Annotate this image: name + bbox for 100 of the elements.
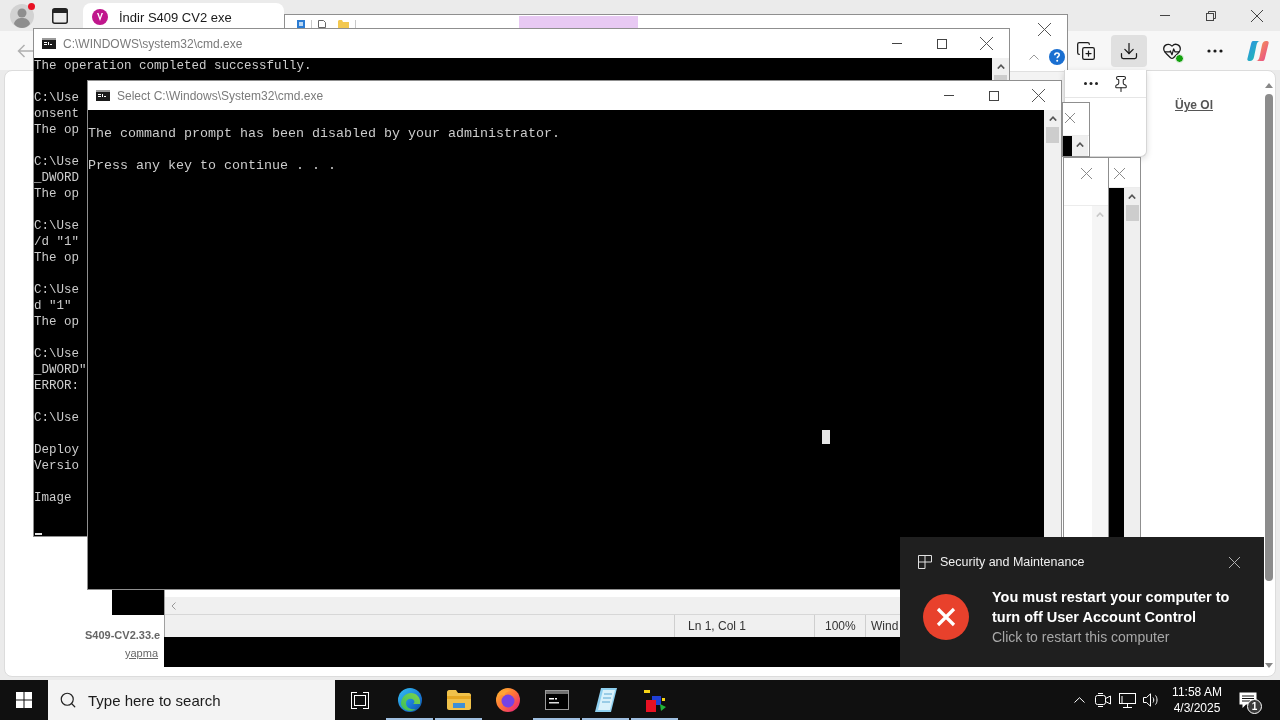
terminal-icon	[42, 38, 56, 49]
console-line: d "1"	[34, 298, 72, 314]
toast-source: Security and Maintenance	[940, 555, 1085, 569]
scrollbar-thumb[interactable]	[1265, 94, 1273, 581]
minimize-icon	[1160, 15, 1170, 16]
app-icon	[297, 20, 305, 28]
chevron-up-icon	[1029, 54, 1039, 60]
start-icon	[16, 692, 32, 708]
file-link[interactable]: yapma	[125, 644, 159, 662]
console-line: ERROR:	[34, 378, 79, 394]
shapes-icon	[643, 688, 666, 712]
signup-link[interactable]: Üye Ol	[1175, 98, 1213, 112]
close-icon	[1065, 113, 1075, 123]
browser-tab[interactable]: İndir S409 CV2 exe	[83, 3, 284, 31]
console-line: Deploy	[34, 442, 79, 458]
window-title: C:\WINDOWS\system32\cmd.exe	[63, 36, 243, 51]
text-cursor	[35, 533, 42, 535]
file-name: S409-CV2.33.e	[85, 628, 161, 643]
console-panel	[1063, 136, 1072, 156]
pin-icon	[1112, 74, 1130, 93]
close-icon	[980, 37, 993, 50]
terminal-icon	[96, 90, 110, 101]
chevron-up-icon	[1073, 697, 1085, 703]
search-field[interactable]: Type here to search	[48, 680, 335, 720]
globe-icon	[495, 688, 520, 712]
folder-icon	[446, 690, 471, 710]
search-icon	[59, 691, 77, 709]
back-arrow-icon	[17, 43, 33, 58]
caret-up-icon	[1128, 194, 1136, 199]
notepad-icon	[594, 688, 617, 712]
notifications-button[interactable]: 1	[1231, 680, 1265, 720]
console-line: C:\Use	[34, 154, 79, 170]
console-line: C:\Use	[34, 218, 79, 234]
console-line: C:\Use	[34, 90, 79, 106]
close-icon	[1038, 22, 1051, 36]
status-text: Wind	[871, 619, 899, 633]
console-line: Versio	[34, 458, 79, 474]
clock-date: 4/3/2025	[1173, 700, 1221, 716]
console-line: C:\Use	[34, 346, 79, 362]
caret-up-icon	[1076, 142, 1084, 147]
network-icon	[1118, 692, 1136, 708]
console-line: _DWORD	[34, 170, 79, 186]
console-line: /d "1"	[34, 234, 79, 250]
window-title: Select C:\Windows\System32\cmd.exe	[117, 88, 324, 103]
minimize-icon	[891, 43, 902, 44]
tab-actions-icon	[52, 7, 68, 24]
close-icon	[1251, 9, 1263, 22]
help-icon	[1049, 49, 1065, 65]
minimize-icon	[943, 95, 954, 96]
avatar-icon	[10, 3, 34, 28]
scrollbar-thumb[interactable]	[1046, 127, 1059, 143]
caret-up-icon	[996, 64, 1005, 69]
console-line: onsent	[34, 106, 79, 122]
collapse-ribbon-button[interactable]	[1029, 54, 1039, 60]
volume-icon	[1143, 693, 1159, 707]
folder-icon	[338, 20, 349, 28]
caret-up-icon	[1048, 116, 1057, 121]
console-line: The op	[34, 122, 79, 138]
status-text: Ln 1, Col 1	[688, 619, 747, 633]
download-icon	[1119, 40, 1139, 61]
error-icon	[923, 594, 969, 640]
scroll-up-button[interactable]	[1265, 83, 1273, 88]
console-line: The operation completed successfully.	[34, 58, 312, 74]
scrollbar-thumb[interactable]	[1125, 205, 1139, 221]
console-line: C:\Use	[34, 410, 79, 426]
clock-time: 11:58 AM	[1172, 684, 1222, 700]
site-logo-icon	[92, 9, 108, 25]
console-line: The op	[34, 186, 79, 202]
copy-plus-icon	[1076, 40, 1096, 61]
status-text: 100%	[825, 619, 856, 633]
caret-up-icon	[1265, 83, 1273, 88]
colorful-logo-icon	[1247, 39, 1269, 62]
console-line: The command prompt has been disabled by your administrator.	[88, 126, 560, 142]
help-button[interactable]	[1049, 49, 1065, 65]
app-icon	[918, 555, 932, 569]
close-icon	[1080, 167, 1092, 179]
more-icon	[1084, 82, 1098, 85]
close-icon	[1032, 89, 1045, 102]
caret-up-icon	[1096, 212, 1104, 217]
swirl-icon	[397, 688, 422, 712]
close-icon	[1228, 556, 1240, 568]
text-cursor	[822, 430, 830, 444]
terminal-icon	[544, 690, 569, 710]
notification-toast[interactable]: Security and Maintenance You must restart your computer to turn off User Account Control Click to restart this computer	[900, 537, 1264, 667]
camera-icon	[1095, 693, 1111, 707]
downloads-button[interactable]	[1111, 34, 1147, 67]
task-view-icon	[351, 691, 369, 709]
caret-left-icon	[170, 601, 176, 610]
notification-badge: 1	[1247, 699, 1262, 714]
console-line: The op	[34, 250, 79, 266]
scrollbar-thumb[interactable]	[994, 75, 1007, 80]
toast-title: You must restart your computer to turn off User Account Control	[992, 588, 1231, 627]
console-line: Press any key to continue . . .	[88, 158, 336, 174]
caret-down-icon	[1265, 663, 1273, 668]
console-line: Image	[34, 490, 72, 506]
scroll-down-button[interactable]	[1265, 663, 1273, 668]
more-icon	[1207, 48, 1223, 53]
console-line: C:\Use	[34, 282, 79, 298]
profile-button[interactable]	[8, 1, 36, 30]
maximize-icon	[988, 90, 999, 101]
